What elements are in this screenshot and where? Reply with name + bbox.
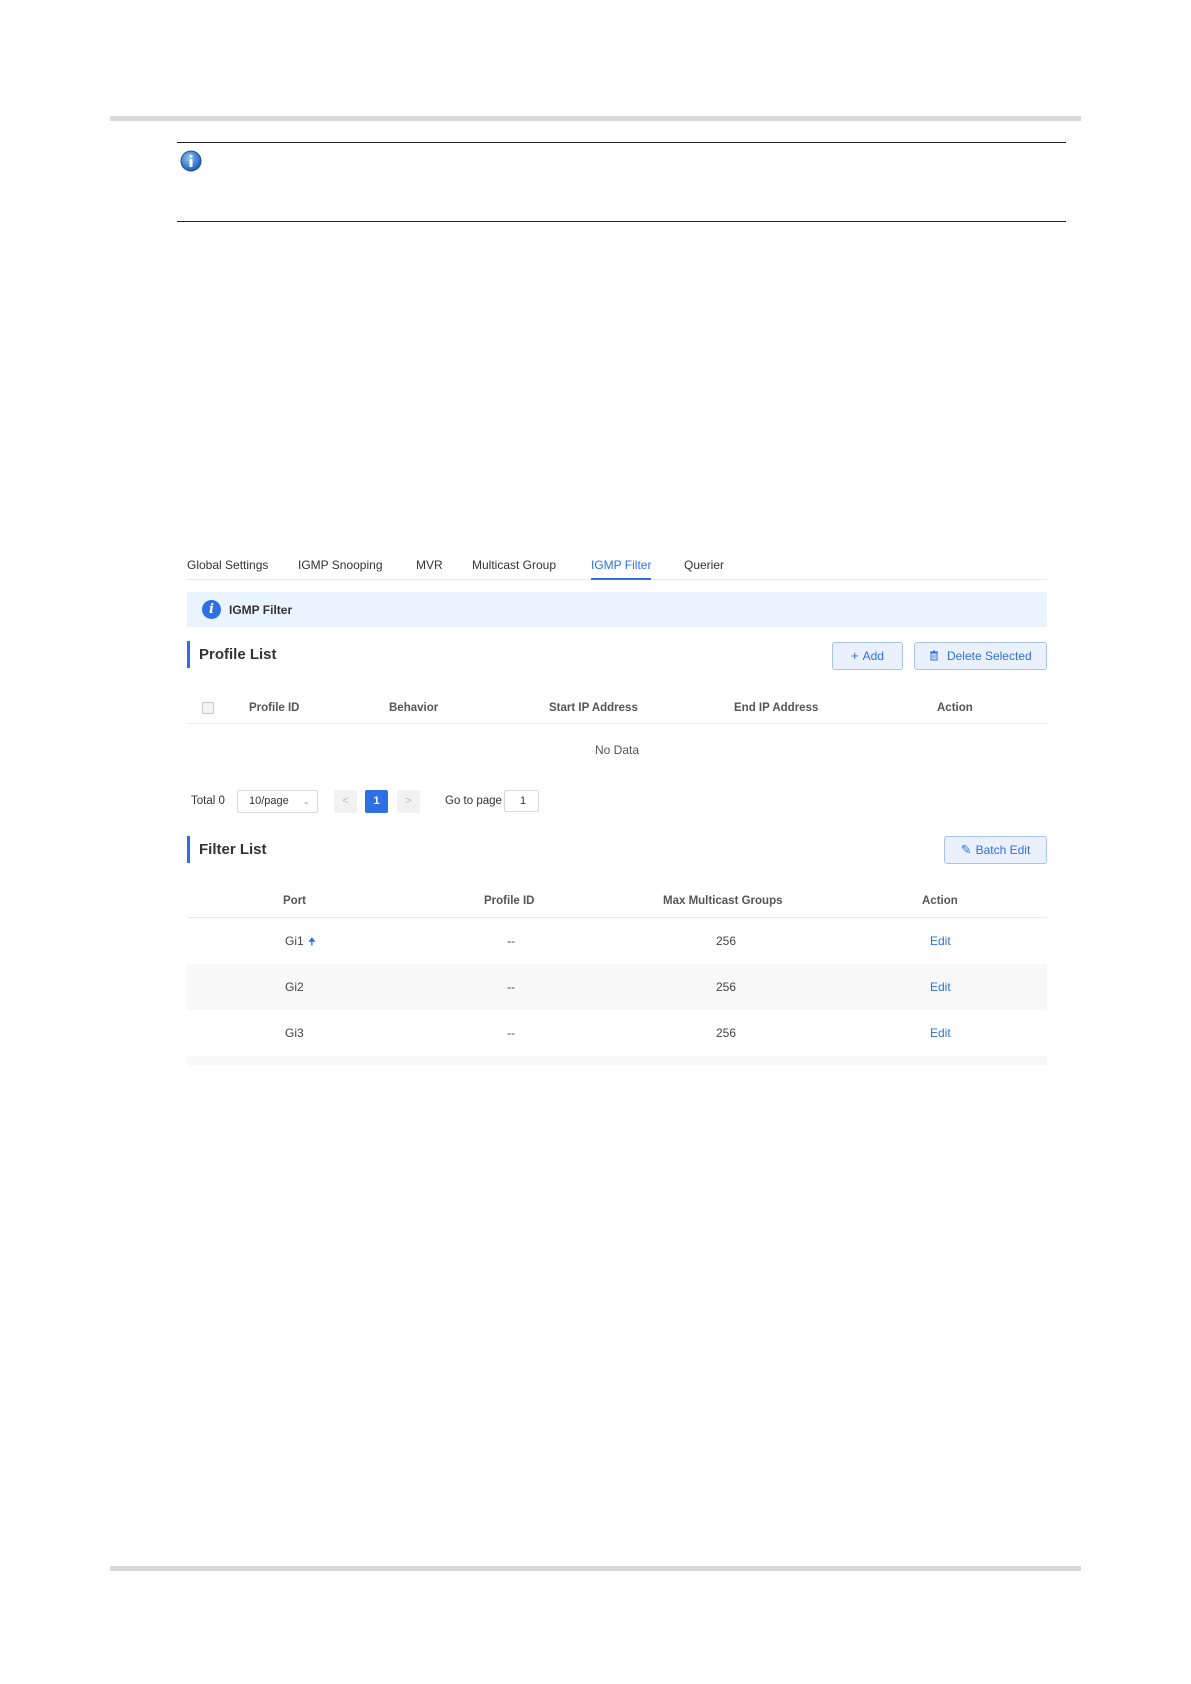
- delete-selected-button[interactable]: Delete Selected: [914, 642, 1047, 670]
- port-cell: Gi2: [285, 980, 304, 994]
- page-button-current[interactable]: 1: [365, 790, 388, 813]
- total-count: Total 0: [191, 795, 225, 807]
- info-banner: i IGMP Filter: [187, 592, 1047, 627]
- col-behavior: Behavior: [389, 702, 439, 714]
- pencil-icon: ✎: [960, 842, 972, 857]
- tab-igmp-filter[interactable]: IGMP Filter: [591, 558, 651, 572]
- info-icon: [180, 150, 202, 172]
- table-footer-stripe: [187, 1056, 1047, 1065]
- tab-mvr[interactable]: MVR: [416, 558, 443, 572]
- max-groups-cell: 256: [716, 980, 737, 994]
- port-cell: Gi3: [285, 1026, 304, 1040]
- col-filter-profile-id: Profile ID: [484, 895, 535, 907]
- col-max-multicast-groups: Max Multicast Groups: [663, 895, 783, 907]
- table-row: Gi3 -- 256 Edit: [187, 1010, 1047, 1056]
- col-end-ip: End IP Address: [734, 702, 819, 714]
- prev-page-button[interactable]: <: [334, 790, 357, 813]
- goto-page-label: Go to page: [445, 795, 502, 807]
- page-size-select[interactable]: 10/page ⌄: [237, 790, 318, 813]
- select-all-checkbox[interactable]: [202, 702, 214, 714]
- table-row: Gi1 🠉 -- 256 Edit: [187, 918, 1047, 964]
- add-button[interactable]: + Add: [832, 642, 903, 670]
- col-port: Port: [283, 895, 306, 907]
- edit-link[interactable]: Edit: [930, 1026, 951, 1040]
- delete-selected-label: Delete Selected: [946, 649, 1032, 663]
- col-action: Action: [937, 702, 973, 714]
- plus-icon: +: [851, 648, 859, 663]
- edit-link[interactable]: Edit: [930, 934, 951, 948]
- profile-id-cell: --: [507, 934, 515, 948]
- col-filter-action: Action: [922, 895, 958, 907]
- page-header-rule: [110, 116, 1081, 121]
- port-name: Gi1: [285, 934, 304, 948]
- tab-bar: Global Settings IGMP Snooping MVR Multic…: [187, 545, 1047, 580]
- tab-multicast-group[interactable]: Multicast Group: [472, 558, 556, 572]
- banner-title: IGMP Filter: [229, 603, 293, 617]
- page-footer-rule: [110, 1566, 1081, 1571]
- note-box: [177, 142, 1066, 222]
- filter-list-title: Filter List: [187, 836, 267, 863]
- trash-icon: [929, 648, 943, 663]
- next-page-button[interactable]: >: [397, 790, 420, 813]
- max-groups-cell: 256: [716, 1026, 737, 1040]
- info-icon: i: [202, 600, 221, 619]
- batch-edit-button[interactable]: ✎ Batch Edit: [944, 836, 1047, 864]
- goto-page-input[interactable]: 1: [504, 790, 539, 812]
- tab-querier[interactable]: Querier: [684, 558, 724, 572]
- edit-link[interactable]: Edit: [930, 980, 951, 994]
- igmp-filter-screenshot: Global Settings IGMP Snooping MVR Multic…: [187, 545, 1047, 1065]
- table-row: Gi2 -- 256 Edit: [187, 964, 1047, 1010]
- port-cell: Gi1 🠉: [285, 934, 316, 952]
- profile-id-cell: --: [507, 980, 515, 994]
- empty-state-text: No Data: [595, 743, 640, 757]
- chevron-down-icon: ⌄: [302, 796, 310, 806]
- add-button-label: Add: [862, 649, 884, 663]
- tab-igmp-snooping[interactable]: IGMP Snooping: [298, 558, 383, 572]
- profile-list-title: Profile List: [187, 641, 277, 668]
- col-start-ip: Start IP Address: [549, 702, 638, 714]
- batch-edit-label: Batch Edit: [975, 843, 1031, 857]
- active-tab-indicator: [591, 578, 651, 580]
- col-profile-id: Profile ID: [249, 702, 300, 714]
- tab-global-settings[interactable]: Global Settings: [187, 558, 268, 572]
- table-divider: [187, 723, 1047, 724]
- page-size-value: 10/page: [249, 795, 289, 807]
- max-groups-cell: 256: [716, 934, 737, 948]
- uplink-arrow-icon: 🠉: [307, 937, 316, 948]
- profile-id-cell: --: [507, 1026, 515, 1040]
